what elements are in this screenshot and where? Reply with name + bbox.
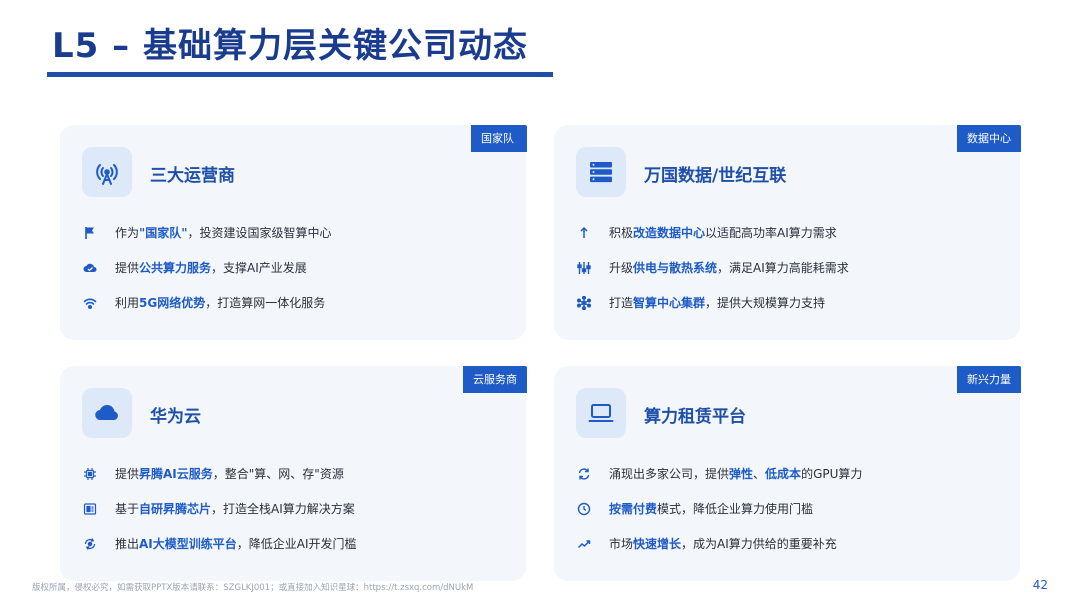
page-number: 42 — [1032, 578, 1048, 592]
chip-icon — [82, 466, 98, 482]
list-item: 提供公共算力服务，支撑AI产业发展 — [82, 250, 332, 285]
board-icon — [82, 501, 98, 517]
card-huawei-cloud: 云服务商 华为云 提供昇腾AI云服务，整合"算、网、存"资源 基于自研昇腾芯片，… — [60, 366, 527, 581]
antenna-icon — [82, 147, 132, 197]
list-item: 推出AI大模型训练平台，降低企业AI开发门槛 — [82, 526, 357, 561]
list-item: 涌现出多家公司，提供弹性、低成本的GPU算力 — [576, 456, 862, 491]
list-item: 积极改造数据中心以适配高功率AI算力需求 — [576, 215, 849, 250]
sliders-icon — [576, 260, 592, 276]
server-icon — [576, 147, 626, 197]
laptop-icon — [576, 388, 626, 438]
card-telecom-operators: 国家队 三大运营商 作为"国家队"，投资建设国家级智算中心 提供公共算力服务，支… — [60, 125, 527, 340]
list-item: 基于自研昇腾芯片，打造全栈AI算力解决方案 — [82, 491, 357, 526]
brain-cycle-icon — [82, 536, 98, 552]
wifi-icon — [82, 295, 98, 311]
list-item: 打造智算中心集群，提供大规模算力支持 — [576, 285, 849, 320]
title-underline — [47, 72, 553, 77]
trend-up-icon — [576, 536, 592, 552]
card-title: 万国数据/世纪互联 — [644, 166, 787, 186]
card-tag: 新兴力量 — [957, 366, 1021, 393]
card-title: 算力租赁平台 — [644, 407, 746, 427]
list-item: 按需付费模式，降低企业算力使用门槛 — [576, 491, 862, 526]
cloud-icon — [82, 388, 132, 438]
list-item: 利用5G网络优势，打造算网一体化服务 — [82, 285, 332, 320]
card-compute-leasing: 新兴力量 算力租赁平台 涌现出多家公司，提供弹性、低成本的GPU算力 按需付费模… — [554, 366, 1021, 581]
clock-icon — [576, 501, 592, 517]
arrow-up-icon — [576, 225, 592, 241]
copyright-note: 版权所属，侵权必究，如需获取PPTX版本请联系：SZGLKJ001；或直接加入知… — [32, 583, 474, 593]
list-item: 提供昇腾AI云服务，整合"算、网、存"资源 — [82, 456, 357, 491]
refresh-icon — [576, 466, 592, 482]
card-title: 三大运营商 — [150, 166, 235, 186]
list-item: 升级供电与散热系统，满足AI算力高能耗需求 — [576, 250, 849, 285]
list-item: 市场快速增长，成为AI算力供给的重要补充 — [576, 526, 862, 561]
card-title: 华为云 — [150, 407, 201, 427]
list-item: 作为"国家队"，投资建设国家级智算中心 — [82, 215, 332, 250]
cloud-check-icon — [82, 260, 98, 276]
cluster-icon — [576, 295, 592, 311]
card-tag: 云服务商 — [463, 366, 527, 393]
card-data-center: 数据中心 万国数据/世纪互联 积极改造数据中心以适配高功率AI算力需求 升级供电… — [554, 125, 1021, 340]
flag-icon — [82, 225, 98, 241]
slide-title: L5 – 基础算力层关键公司动态 — [52, 26, 528, 66]
card-tag: 国家队 — [471, 125, 527, 152]
card-tag: 数据中心 — [957, 125, 1021, 152]
